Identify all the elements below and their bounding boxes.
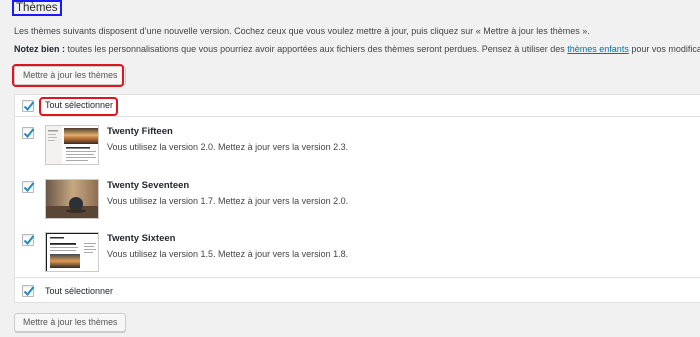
theme-screenshot-twenty-seventeen bbox=[45, 179, 99, 219]
note-end: pour vos modifications. bbox=[631, 44, 700, 54]
theme-name: Twenty Fifteen bbox=[107, 126, 173, 137]
theme-version-info: Vous utilisez la version 2.0. Mettez à j… bbox=[107, 142, 349, 152]
select-all-label-bottom: Tout sélectionner bbox=[45, 286, 114, 296]
checkmark-icon bbox=[23, 286, 35, 296]
theme-checkbox-twenty-fifteen[interactable] bbox=[22, 127, 35, 139]
note-text: Notez bien : toutes les personnalisation… bbox=[14, 42, 700, 56]
theme-row-twenty-seventeen: Twenty Seventeen Vous utilisez la versio… bbox=[15, 179, 700, 231]
theme-version-info: Vous utilisez la version 1.7. Mettez à j… bbox=[107, 196, 349, 206]
checkmark-icon bbox=[23, 128, 35, 138]
theme-name: Twenty Sixteen bbox=[107, 233, 176, 244]
theme-name: Twenty Seventeen bbox=[107, 180, 190, 191]
theme-row-twenty-fifteen: Twenty Fifteen Vous utilisez la version … bbox=[15, 125, 700, 177]
select-all-label-top: Tout sélectionner bbox=[45, 100, 114, 110]
note-body: toutes les personnalisations que vous po… bbox=[65, 44, 568, 54]
note-label: Notez bien : bbox=[14, 44, 65, 54]
page-title: Thèmes bbox=[12, 0, 62, 16]
select-all-checkbox-bottom[interactable] bbox=[22, 285, 35, 297]
checkmark-icon bbox=[23, 235, 35, 245]
theme-screenshot-twenty-fifteen bbox=[45, 125, 99, 165]
checkmark-icon bbox=[23, 182, 35, 192]
themes-table: Tout sélectionner Twenty Fifteen Vous ut… bbox=[14, 94, 700, 303]
select-all-row-bottom: Tout sélectionner bbox=[15, 277, 700, 302]
theme-version-info: Vous utilisez la version 1.5. Mettez à j… bbox=[107, 249, 349, 259]
select-all-row-top: Tout sélectionner bbox=[15, 95, 700, 117]
update-themes-button-bottom[interactable]: Mettre à jour les thèmes bbox=[14, 313, 127, 332]
child-themes-link[interactable]: thèmes enfants bbox=[567, 44, 629, 54]
theme-screenshot-twenty-sixteen bbox=[45, 232, 99, 272]
theme-checkbox-twenty-sixteen[interactable] bbox=[22, 234, 35, 246]
intro-text: Les thèmes suivants disposent d’une nouv… bbox=[14, 26, 590, 36]
update-themes-button-top[interactable]: Mettre à jour les thèmes bbox=[14, 66, 127, 85]
checkmark-icon bbox=[23, 101, 35, 111]
select-all-checkbox-top[interactable] bbox=[22, 100, 35, 112]
theme-checkbox-twenty-seventeen[interactable] bbox=[22, 181, 35, 193]
